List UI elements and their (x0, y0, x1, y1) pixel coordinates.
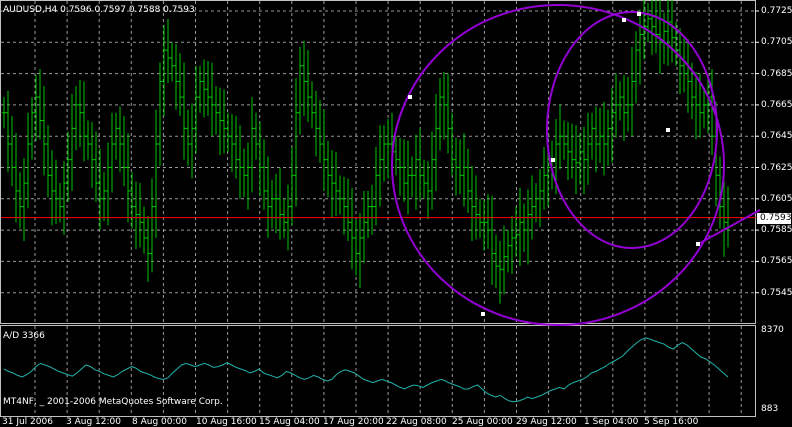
time-axis-tick: 3 Aug 12:00 (66, 417, 121, 427)
symbol-header: AUDUSD,H4 0.7596 0.7597 0.7588 0.7593 (3, 5, 195, 15)
indicator-axis-max: 8370 (761, 325, 784, 335)
anchor-point (637, 12, 641, 16)
time-axis-tick: 25 Aug 00:00 (452, 417, 513, 427)
price-axis-tick: 0.7685 (761, 68, 792, 79)
indicator-axis-min: 883 (761, 404, 779, 414)
circle-object-edge (699, 209, 761, 244)
chart-window: AUDUSD,H4 0.7596 0.7597 0.7588 0.7593 A/… (0, 0, 792, 427)
price-axis-tick: 0.7605 (761, 193, 792, 204)
anchor-point (622, 18, 626, 22)
price-axis-tick: 0.7565 (761, 256, 792, 267)
price-axis-tick: 0.7585 (761, 225, 792, 236)
time-axis-tick: 15 Aug 04:00 (259, 417, 320, 427)
price-axis-tick: 0.7725 (761, 6, 792, 16)
price-axis-tick: 0.7645 (761, 131, 792, 142)
time-axis-tick: 31 Jul 2006 (2, 417, 53, 427)
anchor-point (551, 158, 555, 162)
time-axis-tick: 10 Aug 16:00 (196, 417, 257, 427)
time-axis-tick: 17 Aug 20:00 (323, 417, 384, 427)
price-axis-tick: 0.7545 (761, 287, 792, 298)
price-axis-tick: 0.7625 (761, 162, 792, 173)
chart-canvas (1, 0, 761, 416)
anchor-point (408, 95, 412, 99)
anchor-point (481, 312, 485, 316)
time-axis-tick: 8 Aug 00:00 (132, 417, 187, 427)
anchor-point (666, 128, 670, 132)
time-axis-tick: 29 Aug 12:00 (516, 417, 577, 427)
time-axis-tick: 1 Sep 04:00 (584, 417, 639, 427)
copyright-label: MT4NF, _ 2001-2006 MetaQuotes Software C… (3, 397, 223, 407)
price-axis-tick: 0.7705 (761, 37, 792, 48)
time-axis-tick: 22 Aug 08:00 (386, 417, 447, 427)
price-axis-tick: 0.7665 (761, 99, 792, 110)
indicator-header: A/D 3366 (3, 331, 45, 341)
current-price-tag: 0.7593 (757, 212, 792, 224)
circle-object (391, 4, 725, 326)
ad-indicator-line (3, 337, 729, 403)
time-axis-tick: 5 Sep 16:00 (644, 417, 699, 427)
anchor-point (696, 242, 700, 246)
